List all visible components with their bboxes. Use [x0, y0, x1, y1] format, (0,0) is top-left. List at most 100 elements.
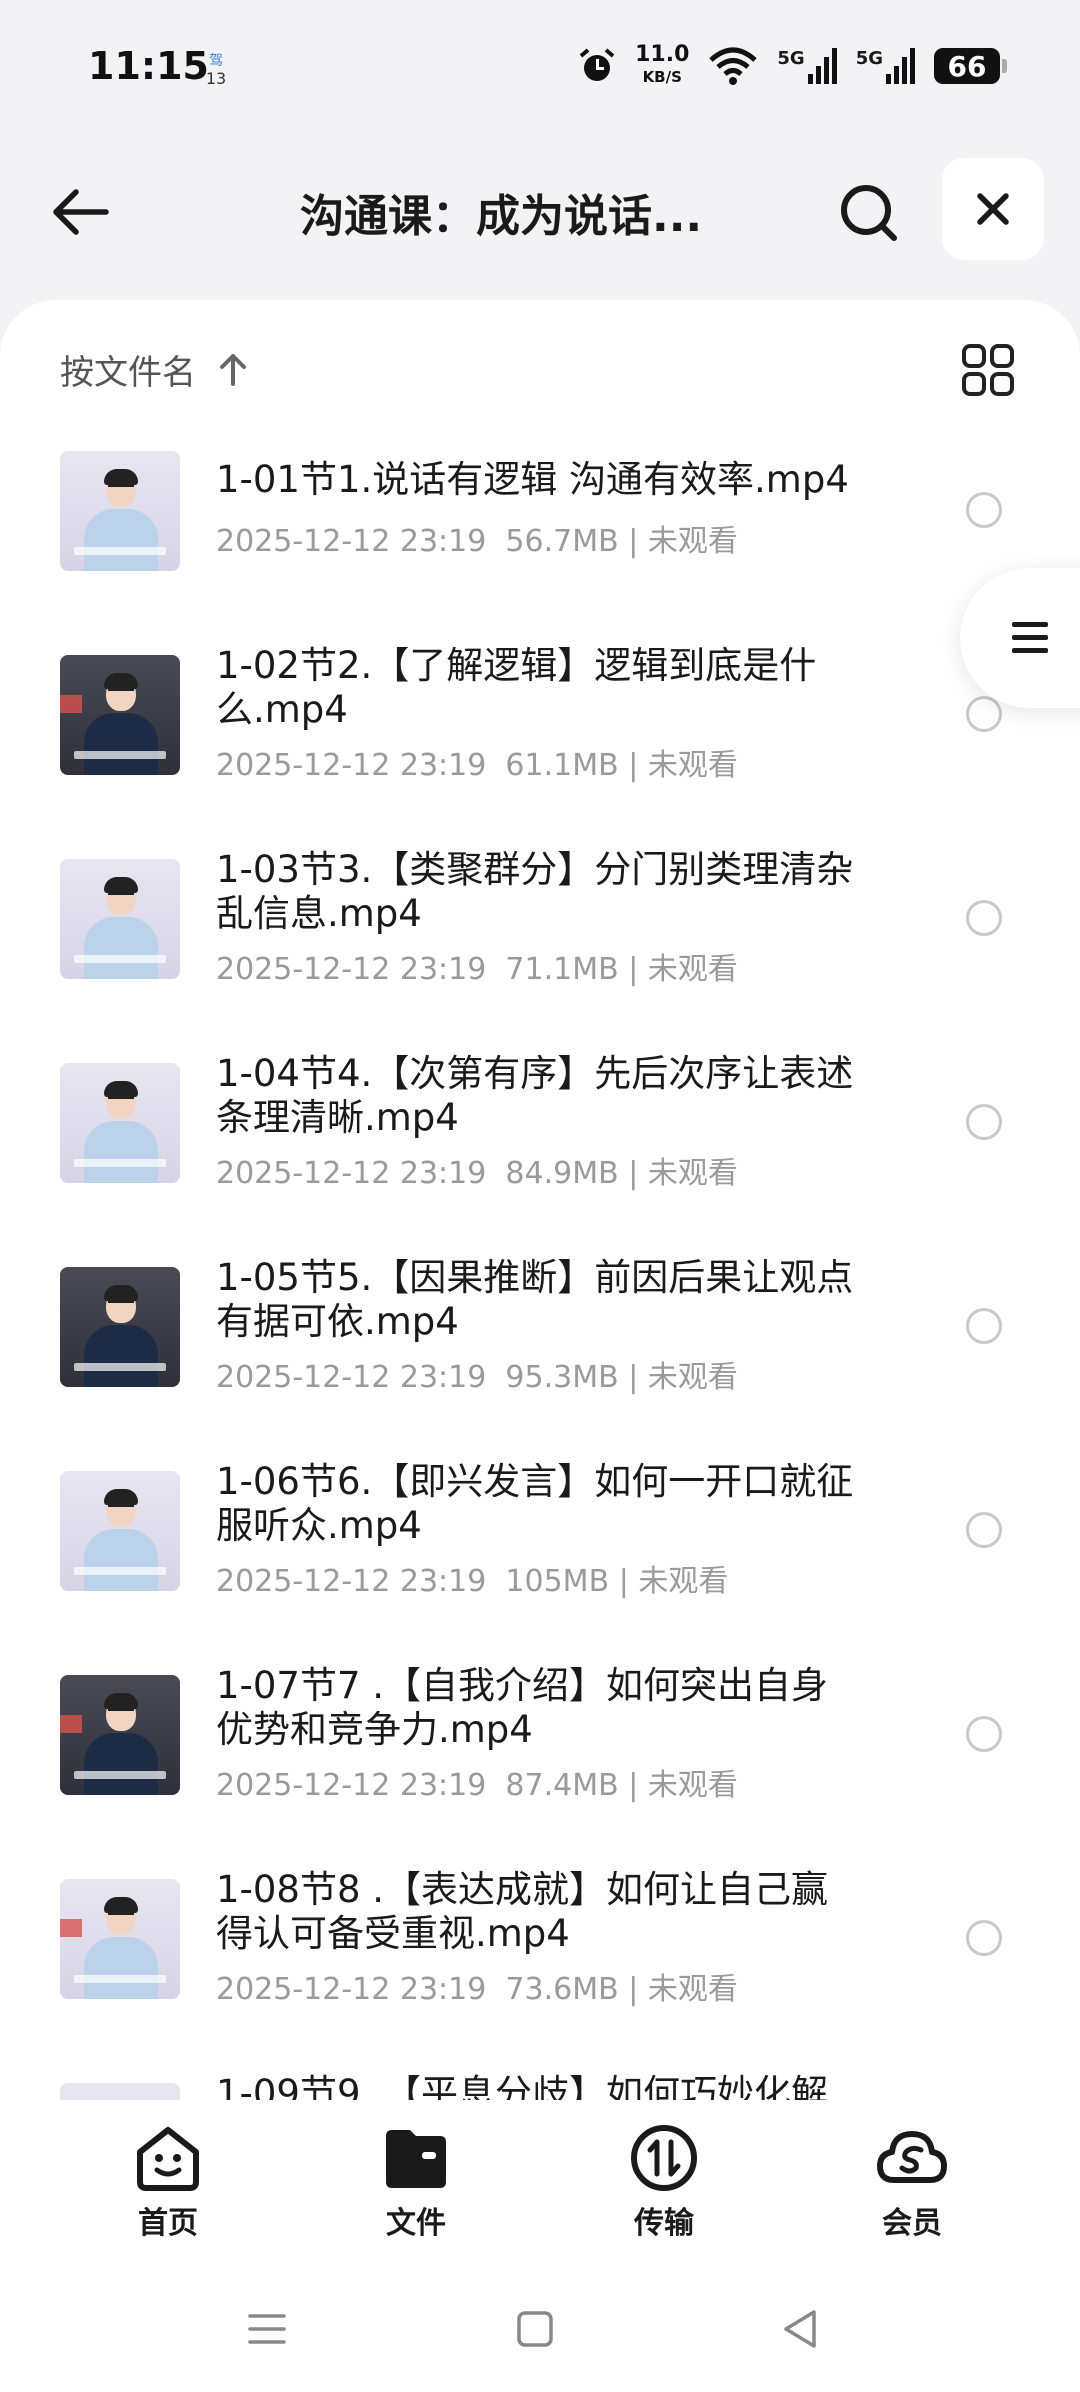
file-size: 105MB: [505, 1564, 610, 1599]
nav-files[interactable]: 文件: [336, 2122, 496, 2242]
video-thumbnail: [60, 1879, 180, 1999]
file-name: 1-01节1.说话有逻辑 沟通有效率.mp4: [216, 458, 849, 501]
search-icon: [841, 185, 897, 241]
wifi-icon: [709, 47, 758, 85]
file-row[interactable]: 1-04节4.【次第有序】先后次序让表述条理清晰.mp4 2025-12-12 …: [0, 1052, 1080, 1256]
file-size: 61.1MB: [505, 748, 619, 783]
file-date: 2025-12-12 23:19: [216, 952, 487, 987]
alarm-icon: [579, 48, 615, 81]
video-thumbnail: [60, 859, 180, 979]
watch-status: 未观看: [647, 1972, 738, 2007]
watch-status: 未观看: [647, 524, 738, 559]
file-row[interactable]: 1-01节1.说话有逻辑 沟通有效率.mp4 2025-12-12 23:19 …: [0, 440, 1080, 644]
video-thumbnail: [60, 2083, 180, 2100]
square-icon: [517, 2311, 553, 2347]
select-radio[interactable]: [966, 1920, 1002, 1956]
nav-home[interactable]: 首页: [88, 2122, 248, 2242]
file-meta: 2025-12-12 23:19 87.4MB | 未观看: [216, 1768, 738, 1803]
video-thumbnail: [60, 1675, 180, 1795]
transfer-icon: [631, 2125, 697, 2191]
signal-5g-2-label: 5G: [855, 48, 883, 69]
watch-status: 未观看: [647, 748, 738, 783]
file-size: 87.4MB: [505, 1768, 619, 1803]
file-size: 95.3MB: [505, 1360, 619, 1395]
file-date: 2025-12-12 23:19: [216, 524, 487, 559]
network-speed-value: 11.0: [635, 42, 690, 67]
select-radio[interactable]: [966, 492, 1002, 528]
home-smile-icon: [137, 2127, 199, 2191]
bottom-nav: 首页 文件 传输 会员: [0, 2100, 1080, 2260]
watch-status: 未观看: [638, 1564, 729, 1599]
select-radio[interactable]: [966, 900, 1002, 936]
sort-toggle[interactable]: 按文件名: [60, 344, 248, 394]
signal-bars-icon: [807, 48, 837, 84]
watch-status: 未观看: [647, 1768, 738, 1803]
file-name: 1-09节9 .【平息分歧】如何巧妙化解: [216, 2072, 829, 2100]
file-size: 73.6MB: [505, 1972, 619, 2007]
folder-icon: [386, 2130, 446, 2188]
file-row[interactable]: 1-02节2.【了解逻辑】逻辑到底是什么.mp4 2025-12-12 23:1…: [0, 644, 1080, 848]
file-meta: 2025-12-12 23:19 61.1MB | 未观看: [216, 748, 738, 783]
notification-top: 驾: [209, 53, 223, 69]
file-row[interactable]: 1-08节8 .【表达成就】如何让自己赢得认可备受重视.mp4 2025-12-…: [0, 1868, 1080, 2072]
grid-view-button[interactable]: [960, 342, 1016, 398]
file-size: 84.9MB: [505, 1156, 619, 1191]
file-date: 2025-12-12 23:19: [216, 1768, 487, 1803]
video-thumbnail: [60, 1471, 180, 1591]
back-nav-button[interactable]: [776, 2304, 826, 2354]
arrow-up-icon: [220, 354, 246, 386]
file-name: 1-07节7 .【自我介绍】如何突出自身优势和竞争力.mp4: [216, 1664, 829, 1751]
file-date: 2025-12-12 23:19: [216, 748, 487, 783]
arrow-left-icon: [53, 189, 109, 235]
file-size: 56.7MB: [505, 524, 619, 559]
file-list-card: 按文件名 1-01节1.说话有逻辑 沟通有效率.mp4 2025-12-12 2…: [0, 300, 1080, 2100]
recent-apps-button[interactable]: [242, 2304, 292, 2354]
close-button[interactable]: [942, 158, 1044, 260]
video-thumbnail: [60, 451, 180, 571]
status-icons: 11.0 KB/S 5G 5G 66: [577, 38, 1007, 94]
select-radio[interactable]: [966, 1308, 1002, 1344]
video-thumbnail: [60, 655, 180, 775]
grid-view-icon: [962, 344, 1014, 396]
nav-vip[interactable]: 会员: [832, 2122, 992, 2242]
sort-label: 按文件名: [60, 352, 196, 393]
triangle-back-icon: [784, 2310, 816, 2348]
file-name: 1-03节3.【类聚群分】分门别类理清杂乱信息.mp4: [216, 848, 854, 935]
network-speed: 11.0 KB/S: [635, 44, 689, 88]
home-button[interactable]: [510, 2304, 560, 2354]
nav-transfer[interactable]: 传输: [584, 2122, 744, 2242]
select-radio[interactable]: [966, 1716, 1002, 1752]
file-date: 2025-12-12 23:19: [216, 1156, 487, 1191]
select-radio[interactable]: [966, 696, 1002, 732]
select-radio[interactable]: [966, 1512, 1002, 1548]
file-date: 2025-12-12 23:19: [216, 1564, 487, 1599]
search-button[interactable]: [828, 172, 910, 254]
watch-status: 未观看: [647, 1360, 738, 1395]
file-meta: 2025-12-12 23:19 105MB | 未观看: [216, 1564, 729, 1599]
file-meta: 2025-12-12 23:19 84.9MB | 未观看: [216, 1156, 738, 1191]
select-radio[interactable]: [966, 1104, 1002, 1140]
nav-home-label: 首页: [138, 2206, 198, 2241]
file-row[interactable]: 1-06节6.【即兴发言】如何一开口就征服听众.mp4 2025-12-12 2…: [0, 1460, 1080, 1664]
page-title: 沟通课：成为说话...: [300, 191, 703, 242]
video-thumbnail: [60, 1063, 180, 1183]
watch-status: 未观看: [647, 1156, 738, 1191]
menu-lines-icon: [248, 2314, 286, 2344]
vip-cloud-icon: [877, 2131, 947, 2183]
file-date: 2025-12-12 23:19: [216, 1972, 487, 2007]
file-date: 2025-12-12 23:19: [216, 1360, 487, 1395]
signal-5g-1: 5G: [777, 48, 837, 84]
file-row[interactable]: 1-03节3.【类聚群分】分门别类理清杂乱信息.mp4 2025-12-12 2…: [0, 848, 1080, 1052]
file-name: 1-02节2.【了解逻辑】逻辑到底是什么.mp4: [216, 644, 817, 731]
back-button[interactable]: [40, 172, 120, 252]
menu-icon: [1012, 622, 1048, 653]
file-name: 1-04节4.【次第有序】先后次序让表述条理清晰.mp4: [216, 1052, 854, 1139]
close-icon: [977, 193, 1009, 225]
file-row[interactable]: 1-05节5.【因果推断】前因后果让观点有据可依.mp4 2025-12-12 …: [0, 1256, 1080, 1460]
file-row[interactable]: 1-07节7 .【自我介绍】如何突出自身优势和竞争力.mp4 2025-12-1…: [0, 1664, 1080, 1868]
file-meta: 2025-12-12 23:19 71.1MB | 未观看: [216, 952, 738, 987]
battery-indicator: 66: [934, 48, 1007, 84]
file-row[interactable]: 1-09节9 .【平息分歧】如何巧妙化解: [0, 2072, 1080, 2100]
top-header: 沟通课：成为说话...: [0, 150, 1080, 270]
signal-bars-icon: [886, 48, 915, 84]
